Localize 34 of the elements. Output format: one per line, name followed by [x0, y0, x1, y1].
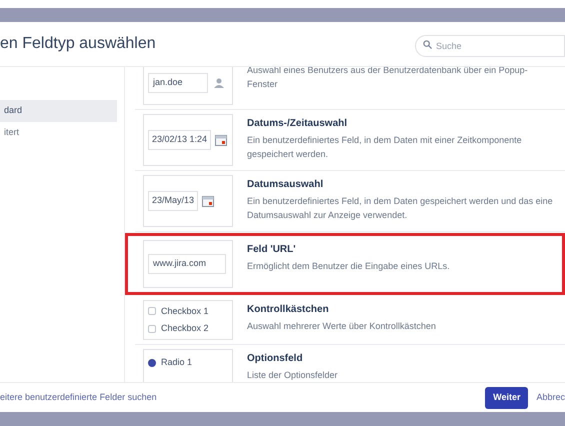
field-type-description: Ein benutzerdefiniertes Feld, in dem Daten mit einer Zeitkomponente gespeichert werden.	[247, 134, 523, 161]
checkbox-label: Checkbox 1	[161, 304, 209, 318]
field-type-description: Ermöglicht dem Benutzer die Eingabe eines URLs.	[247, 260, 450, 273]
radio-label: Radio 1	[161, 356, 192, 369]
input-field[interactable]: jan.doe	[148, 73, 208, 93]
checkbox[interactable]	[148, 324, 156, 333]
field-type-row[interactable]: 23/02/13 1:24 Datums-/Zeitauswahl Ein benutzerdefiniertes Feld, in dem Daten mit einer Zeitkomponente gespeichert werden.	[135, 110, 565, 171]
field-type-name: Datums-/Zeitauswahl	[247, 117, 348, 131]
field-type-name: Datumsauswahl	[247, 178, 324, 192]
checkbox[interactable]	[148, 307, 156, 316]
field-type-row[interactable]: Checkbox 1 Checkbox 2 Kontrollkästchen Auswahl mehrerer Werte über Kontrollkästchen	[135, 296, 565, 345]
calendar-icon[interactable]	[202, 195, 214, 207]
field-type-name: Optionsfeld	[247, 352, 304, 366]
search-field[interactable]: Suche	[415, 35, 565, 57]
cancel-link[interactable]: Abbrec	[536, 390, 565, 404]
field-type-row[interactable]: 23/May/13 Datumsauswahl Ein benutzerdefiniertes Feld, in dem Daten gespeichert werden und das eine Datumsauswahl zur Anzeige verwendet.	[135, 171, 565, 232]
next-button[interactable]: Weiter	[485, 386, 528, 408]
field-type-row[interactable]: www.jira.com Feld 'URL' Ermöglicht dem Benutzer die Eingabe eines URLs.	[125, 233, 565, 295]
field-type-description: Ein benutzerdefiniertes Feld, in dem Daten gespeichert werden und das eine Datumsauswahl zur Anzeige verwendet.	[247, 195, 553, 222]
field-type-name: Feld 'URL'	[247, 243, 297, 257]
field-type-description: Auswahl mehrerer Werte über Kontrollkästchen	[247, 320, 436, 333]
radio-button[interactable]	[148, 358, 156, 367]
search-icon	[423, 40, 432, 49]
field-type-name: Kontrollkästchen	[247, 303, 330, 317]
dialog-title: en Feldtyp auswählen	[0, 34, 156, 54]
calendar-icon[interactable]	[215, 134, 228, 146]
field-type-description: Liste der Optionsfelder	[247, 369, 338, 382]
checkbox-label: Checkbox 2	[161, 322, 209, 335]
sidebar-item[interactable]: dard	[0, 100, 117, 122]
more-fields-link[interactable]: eitere benutzerdefinierte Felder suchen	[0, 390, 157, 404]
date-field[interactable]: 23/May/13	[148, 191, 198, 211]
url-field[interactable]: www.jira.com	[148, 254, 226, 274]
date-field[interactable]: 23/02/13 1:24	[148, 130, 212, 150]
sidebar-item[interactable]: itert	[0, 122, 117, 144]
